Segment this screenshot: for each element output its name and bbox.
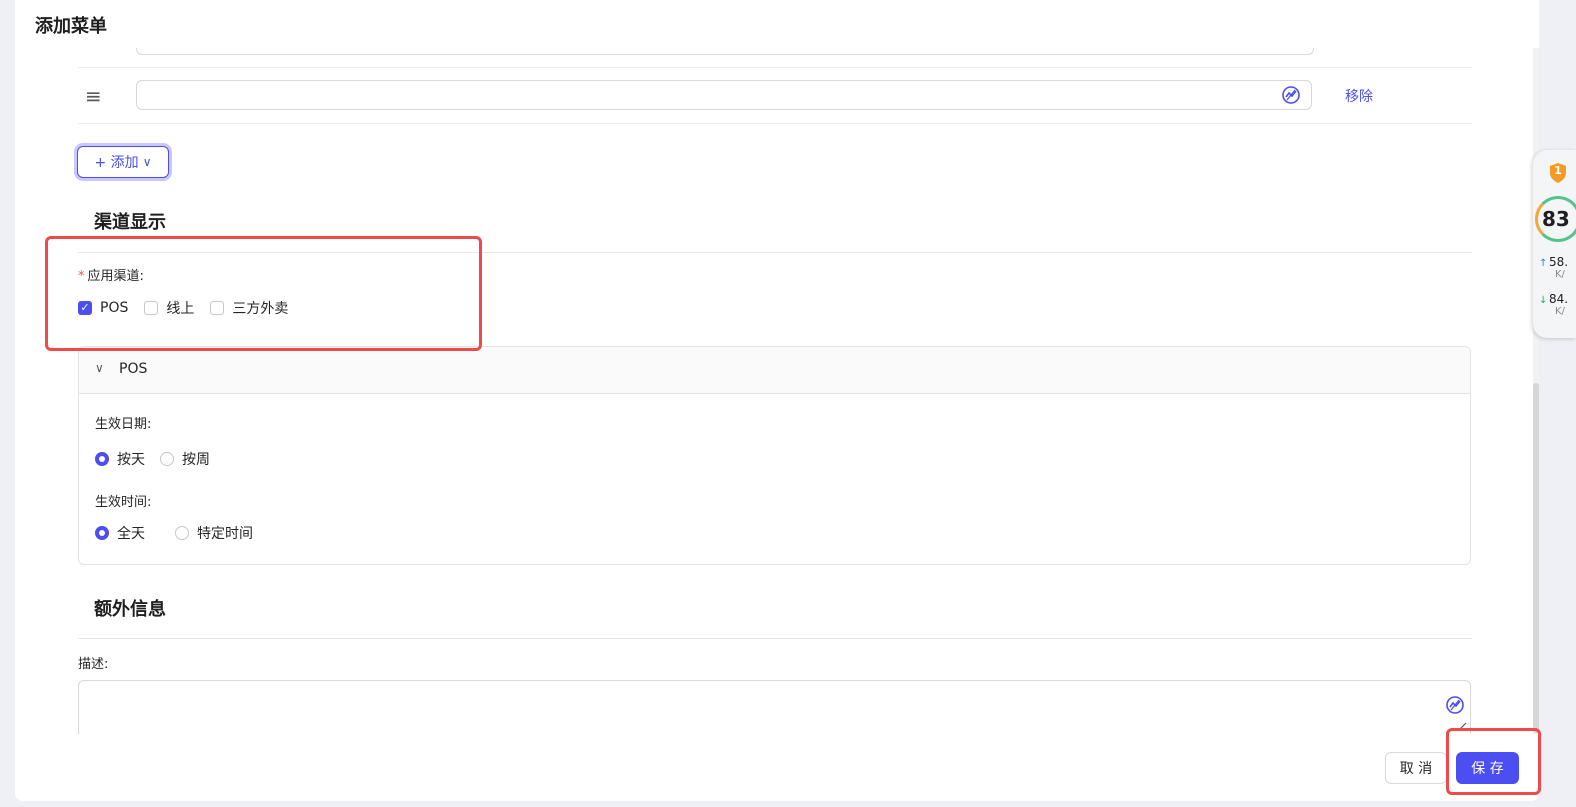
section-title-channel: 渠道显示 xyxy=(94,212,166,233)
pos-panel-header[interactable]: ∨ POS xyxy=(79,347,1470,394)
effective-date-radio-group: 按天 按周 xyxy=(95,449,210,469)
radio-by-day-label[interactable]: 按天 xyxy=(117,449,145,469)
pos-settings-panel: ∨ POS 生效日期: 按天 按周 生效时间: 全天 特定时间 xyxy=(78,346,1471,565)
score-value: 83 xyxy=(1542,207,1570,231)
dialog-title: 添加菜单 xyxy=(35,16,107,37)
radio-by-week[interactable] xyxy=(160,452,174,466)
add-button-label: + 添加 xyxy=(94,155,139,171)
cancel-button[interactable]: 取 消 xyxy=(1385,752,1447,784)
alert-count-badge: 1 xyxy=(1554,164,1562,177)
radio-by-week-label[interactable]: 按周 xyxy=(182,449,210,469)
effective-time-label: 生效时间: xyxy=(95,495,152,510)
download-speed: 84. xyxy=(1549,292,1569,306)
dialog-body[interactable]: ≡ 移除 + 添加 ∨ 渠道显示 * 应用渠道: ✓ POS 线上 三方外卖 ∨… xyxy=(15,48,1539,734)
upload-unit: K/ xyxy=(1555,269,1565,280)
download-unit: K/ xyxy=(1555,306,1565,317)
radio-by-day[interactable] xyxy=(95,452,109,466)
pos-panel-title: POS xyxy=(119,361,148,377)
radio-all-day[interactable] xyxy=(95,526,109,540)
radio-all-day-label[interactable]: 全天 xyxy=(117,523,145,543)
system-monitor-widget[interactable]: 1 83 ↑ 58. K/ ↓ 84. K/ xyxy=(1533,150,1576,338)
download-arrow-icon: ↓ xyxy=(1539,295,1548,306)
chevron-down-icon: ∨ xyxy=(95,361,104,375)
row-divider xyxy=(78,123,1472,124)
row-divider xyxy=(78,67,1472,68)
dialog-footer: 取 消 保 存 xyxy=(15,734,1539,801)
menu-name-input-previous[interactable] xyxy=(136,48,1314,55)
section-title-extra-info: 额外信息 xyxy=(94,599,166,620)
radio-specific-time[interactable] xyxy=(175,526,189,540)
ai-assist-icon[interactable] xyxy=(1281,85,1301,105)
chevron-down-icon: ∨ xyxy=(142,155,152,169)
effective-time-radio-group: 全天 特定时间 xyxy=(95,523,253,543)
scrollbar-thumb[interactable] xyxy=(1533,383,1539,733)
radio-specific-time-label[interactable]: 特定时间 xyxy=(197,523,253,543)
description-label: 描述: xyxy=(78,657,109,672)
upload-arrow-icon: ↑ xyxy=(1539,258,1548,269)
remove-link[interactable]: 移除 xyxy=(1345,86,1373,106)
highlight-box-channel xyxy=(45,236,482,351)
description-textarea[interactable] xyxy=(78,680,1471,734)
upload-speed: 58. xyxy=(1549,255,1569,269)
add-button[interactable]: + 添加 ∨ xyxy=(77,146,169,178)
add-menu-dialog: 添加菜单 ≡ 移除 + 添加 ∨ 渠道显示 * 应用渠道: ✓ POS 线上 三… xyxy=(15,0,1539,801)
highlight-box-save xyxy=(1446,728,1541,795)
effective-date-label: 生效日期: xyxy=(95,417,152,432)
menu-name-input[interactable] xyxy=(136,80,1312,110)
ai-assist-icon[interactable] xyxy=(1445,695,1465,715)
section-divider xyxy=(78,638,1472,639)
drag-handle-icon[interactable]: ≡ xyxy=(85,86,102,106)
